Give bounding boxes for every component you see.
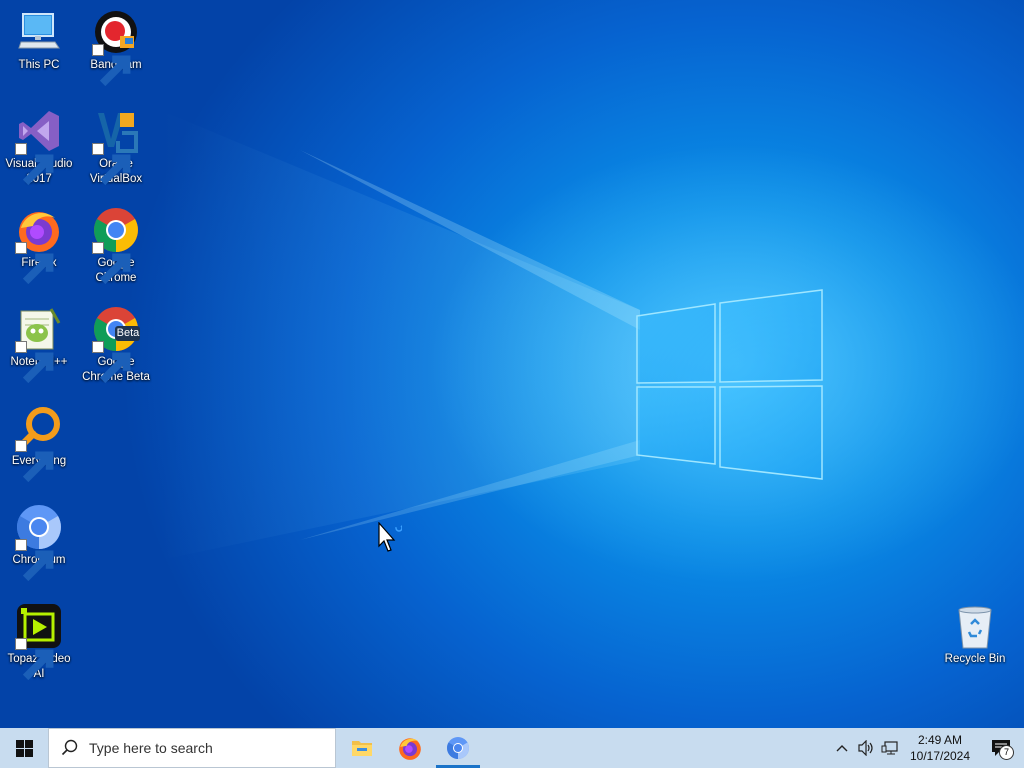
virtualbox-icon bbox=[92, 107, 140, 186]
taskbar: Type here to search 2:49 AM 10/17/2024 7 bbox=[0, 728, 1024, 768]
chromium-icon bbox=[15, 503, 63, 582]
chrome-beta-icon: Beta bbox=[92, 305, 140, 384]
desktop-icon-bandicam[interactable]: Bandicam bbox=[78, 8, 154, 87]
chromium-icon bbox=[447, 737, 469, 759]
notepadpp-icon bbox=[15, 305, 63, 384]
desktop-icon-google-chrome[interactable]: Google Chrome bbox=[78, 206, 154, 286]
mouse-cursor bbox=[378, 521, 403, 559]
taskbar-search-box[interactable]: Type here to search bbox=[48, 728, 336, 768]
search-icon bbox=[61, 739, 78, 756]
shortcut-arrow-icon bbox=[15, 341, 54, 384]
desktop-icon-google-chrome-beta[interactable]: Beta Google Chrome Beta bbox=[78, 305, 154, 385]
shortcut-arrow-icon bbox=[15, 242, 54, 285]
action-center-button[interactable]: 7 bbox=[978, 728, 1024, 768]
network-icon bbox=[881, 741, 898, 755]
taskbar-app-file-explorer[interactable] bbox=[338, 728, 386, 768]
desktop-icon-everything[interactable]: Everything bbox=[1, 404, 77, 483]
search-placeholder: Type here to search bbox=[89, 740, 213, 756]
notification-count-badge: 7 bbox=[999, 745, 1014, 760]
shortcut-arrow-icon bbox=[15, 539, 54, 582]
shortcut-arrow-icon bbox=[92, 143, 131, 186]
chrome-icon bbox=[92, 206, 140, 285]
shortcut-arrow-icon bbox=[92, 341, 131, 384]
desktop-icon-label: Recycle Bin bbox=[944, 653, 1006, 665]
desktop-icon-chromium[interactable]: Chromium bbox=[1, 503, 77, 582]
clock-date: 10/17/2024 bbox=[909, 749, 971, 763]
everything-search-icon bbox=[15, 404, 63, 483]
desktop-icon-topaz-video-ai[interactable]: Topaz Video AI bbox=[1, 602, 77, 682]
clock-time: 2:49 AM bbox=[917, 733, 963, 747]
shortcut-arrow-icon bbox=[92, 44, 131, 87]
windows-start-icon bbox=[15, 739, 33, 757]
beta-badge: Beta bbox=[116, 327, 140, 339]
topaz-video-icon bbox=[15, 602, 63, 681]
desktop-icon-recycle-bin[interactable]: Recycle Bin bbox=[937, 602, 1013, 667]
desktop-icon-label: This PC bbox=[18, 59, 60, 71]
start-button[interactable] bbox=[0, 728, 48, 768]
taskbar-app-chromium[interactable] bbox=[434, 728, 482, 768]
desktop-icon-this-pc[interactable]: This PC bbox=[1, 8, 77, 73]
shortcut-arrow-icon bbox=[15, 638, 54, 681]
visual-studio-icon bbox=[15, 107, 63, 186]
shortcut-arrow-icon bbox=[92, 242, 131, 285]
shortcut-arrow-icon bbox=[15, 143, 54, 186]
shortcut-arrow-icon bbox=[15, 440, 54, 483]
volume-icon bbox=[858, 740, 873, 756]
recycle-bin-icon bbox=[951, 602, 999, 650]
show-hidden-icons-button[interactable] bbox=[830, 728, 854, 768]
folder-icon bbox=[352, 741, 372, 756]
network-button[interactable] bbox=[878, 728, 902, 768]
system-tray: 2:49 AM 10/17/2024 7 bbox=[830, 728, 1024, 768]
desktop-icon-notepadpp[interactable]: Notepad++ bbox=[1, 305, 77, 384]
taskbar-clock[interactable]: 2:49 AM 10/17/2024 bbox=[902, 732, 978, 764]
desktop-icon-firefox[interactable]: Firefox bbox=[1, 206, 77, 285]
firefox-icon bbox=[399, 738, 421, 760]
desktop-icon-virtualbox[interactable]: Oracle VirtualBox bbox=[78, 107, 154, 187]
computer-icon bbox=[15, 8, 63, 56]
taskbar-app-firefox[interactable] bbox=[386, 728, 434, 768]
bandicam-icon bbox=[92, 8, 140, 87]
desktop-icon-visual-studio[interactable]: Visual Studio 2017 bbox=[1, 107, 77, 187]
firefox-icon bbox=[15, 206, 63, 285]
volume-button[interactable] bbox=[854, 728, 878, 768]
chevron-up-icon bbox=[836, 745, 848, 752]
